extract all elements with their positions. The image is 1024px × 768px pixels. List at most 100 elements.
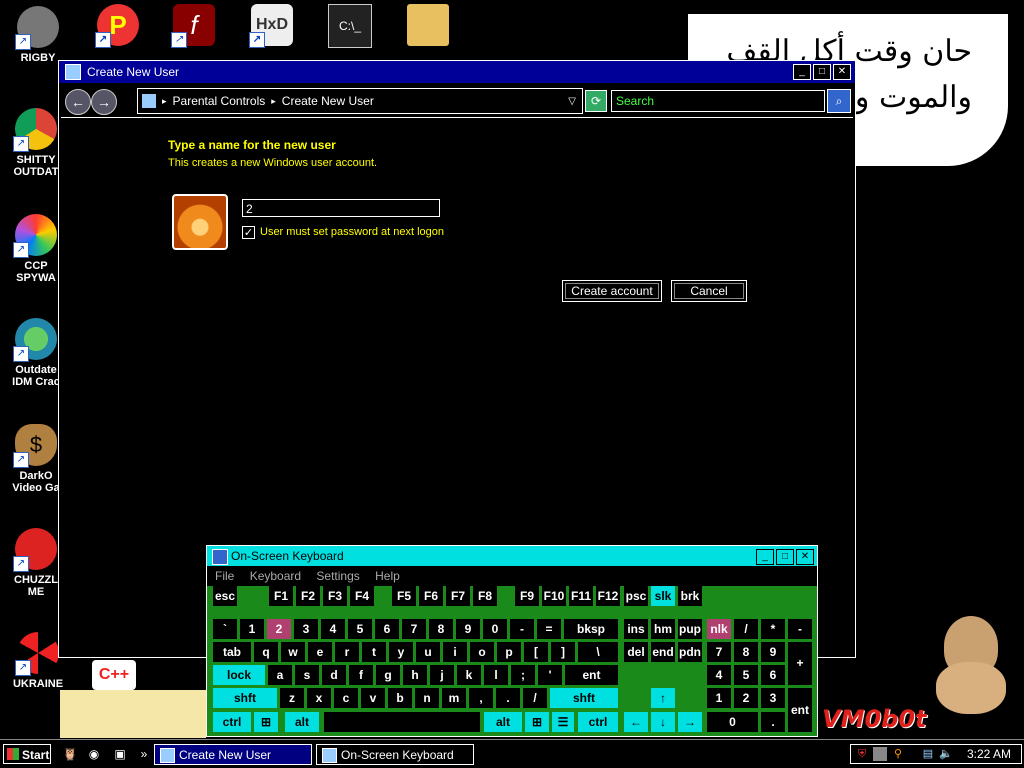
darko-shortcut[interactable]: $ ↗ DarkO Video Ga (6, 424, 66, 494)
maximize-button[interactable]: □ (813, 64, 831, 80)
key-f10[interactable]: F10 (542, 586, 566, 606)
key-i[interactable]: i (443, 642, 467, 662)
key-bksp[interactable]: bksp (564, 619, 618, 639)
menu-settings[interactable]: Settings (316, 569, 359, 583)
quicklaunch-switch-icon[interactable]: ▣ (112, 746, 128, 762)
key-period[interactable]: . (496, 688, 520, 708)
taskbar-on-screen-keyboard[interactable]: On-Screen Keyboard (316, 744, 474, 765)
key-space[interactable] (324, 712, 480, 732)
shield-icon[interactable]: ⛨ (855, 747, 869, 761)
key-k3[interactable]: 3 (294, 619, 318, 639)
key-nent[interactable]: ent (788, 688, 812, 732)
key-g[interactable]: g (376, 665, 400, 685)
key-rshft[interactable]: shft (550, 688, 618, 708)
user-name-input[interactable]: 2 (242, 199, 440, 217)
key-right[interactable]: → (678, 712, 702, 732)
chrome-shortcut[interactable]: ↗ SHITTY OUTDAT (6, 108, 66, 178)
key-f[interactable]: f (349, 665, 373, 685)
key-equals[interactable]: = (537, 619, 561, 639)
key-f4[interactable]: F4 (350, 586, 374, 606)
peazip-shortcut[interactable]: P ↗ (88, 4, 148, 48)
key-lshft[interactable]: shft (213, 688, 277, 708)
key-o[interactable]: o (470, 642, 494, 662)
key-q[interactable]: q (254, 642, 278, 662)
osk-titlebar[interactable]: On-Screen Keyboard _ □ ✕ (207, 546, 817, 566)
key-pup[interactable]: pup (678, 619, 702, 639)
key-esc[interactable]: esc (213, 586, 237, 606)
key-rctrl[interactable]: ctrl (578, 712, 618, 732)
chuzzle-shortcut[interactable]: ↗ CHUZZL ME (6, 528, 66, 598)
key-f3[interactable]: F3 (323, 586, 347, 606)
menu-file[interactable]: File (215, 569, 234, 583)
key-ralt[interactable]: alt (484, 712, 522, 732)
key-k2[interactable]: 2 (267, 619, 291, 639)
key-f5[interactable]: F5 (392, 586, 416, 606)
osk-minimize-button[interactable]: _ (756, 549, 774, 565)
key-n7[interactable]: 7 (707, 642, 731, 662)
key-x[interactable]: x (307, 688, 331, 708)
key-f1[interactable]: F1 (269, 586, 293, 606)
key-n1[interactable]: 1 (707, 688, 731, 708)
key-psc[interactable]: psc (624, 586, 648, 606)
search-icon[interactable]: ⌕ (827, 89, 851, 113)
security-icon[interactable] (873, 747, 887, 761)
key-minus[interactable]: - (510, 619, 534, 639)
minimize-button[interactable]: _ (793, 64, 811, 80)
key-n[interactable]: n (415, 688, 439, 708)
key-z[interactable]: z (280, 688, 304, 708)
key-f9[interactable]: F9 (515, 586, 539, 606)
key-lwin-windows-icon[interactable]: ⊞ (254, 712, 278, 732)
key-k1[interactable]: 1 (240, 619, 264, 639)
key-k8[interactable]: 8 (429, 619, 453, 639)
key-l[interactable]: l (484, 665, 508, 685)
key-k9[interactable]: 9 (456, 619, 480, 639)
key-brk[interactable]: brk (678, 586, 702, 606)
key-t[interactable]: t (362, 642, 386, 662)
forward-button[interactable]: → (91, 89, 117, 115)
key-n2[interactable]: 2 (734, 688, 758, 708)
key-down[interactable]: ↓ (651, 712, 675, 732)
key-f11[interactable]: F11 (569, 586, 593, 606)
rigby-shortcut[interactable]: ↗ RIGBY (8, 6, 68, 64)
key-nsub[interactable]: - (788, 619, 812, 639)
key-tab[interactable]: tab (213, 642, 251, 662)
key-s[interactable]: s (295, 665, 319, 685)
key-backtick[interactable]: ` (213, 619, 237, 639)
key-del[interactable]: del (624, 642, 648, 662)
ccp-spyware-shortcut[interactable]: ↗ CCP SPYWA (6, 214, 66, 284)
key-lalt[interactable]: alt (285, 712, 319, 732)
key-up[interactable]: ↑ (651, 688, 675, 708)
key-ndot[interactable]: . (761, 712, 785, 732)
breadcrumb-create-new-user[interactable]: Create New User (282, 94, 374, 108)
key-b[interactable]: b (388, 688, 412, 708)
window-titlebar[interactable]: Create New User _ □ ✕ (59, 61, 855, 83)
cmd-shortcut[interactable]: C:\_ (320, 4, 380, 48)
key-k6[interactable]: 6 (375, 619, 399, 639)
cpp-icon[interactable]: C++ (92, 660, 136, 690)
key-lbr[interactable]: [ (524, 642, 548, 662)
key-e[interactable]: e (308, 642, 332, 662)
key-f2[interactable]: F2 (296, 586, 320, 606)
key-c[interactable]: c (334, 688, 358, 708)
start-button[interactable]: Start (3, 744, 51, 764)
key-w[interactable]: w (281, 642, 305, 662)
key-f7[interactable]: F7 (446, 586, 470, 606)
key-u[interactable]: u (416, 642, 440, 662)
quicklaunch-more-icon[interactable]: » (136, 746, 152, 762)
key-rwin-windows-icon[interactable]: ⊞ (525, 712, 549, 732)
quicklaunch-desktop-icon[interactable]: 🦉 (62, 746, 78, 762)
menu-keyboard[interactable]: Keyboard (250, 569, 301, 583)
menu-help[interactable]: Help (375, 569, 400, 583)
key-n4[interactable]: 4 (707, 665, 731, 685)
back-button[interactable]: ← (65, 89, 91, 115)
key-hm[interactable]: hm (651, 619, 675, 639)
key-rbr[interactable]: ] (551, 642, 575, 662)
flash-shortcut[interactable]: f ↗ (164, 4, 224, 48)
create-account-button[interactable]: Create account (562, 280, 662, 302)
key-h[interactable]: h (403, 665, 427, 685)
refresh-button[interactable]: ⟳ (585, 90, 607, 112)
key-ndiv[interactable]: / (734, 619, 758, 639)
key-end[interactable]: end (651, 642, 675, 662)
key-semi[interactable]: ; (511, 665, 535, 685)
key-quote[interactable]: ' (538, 665, 562, 685)
